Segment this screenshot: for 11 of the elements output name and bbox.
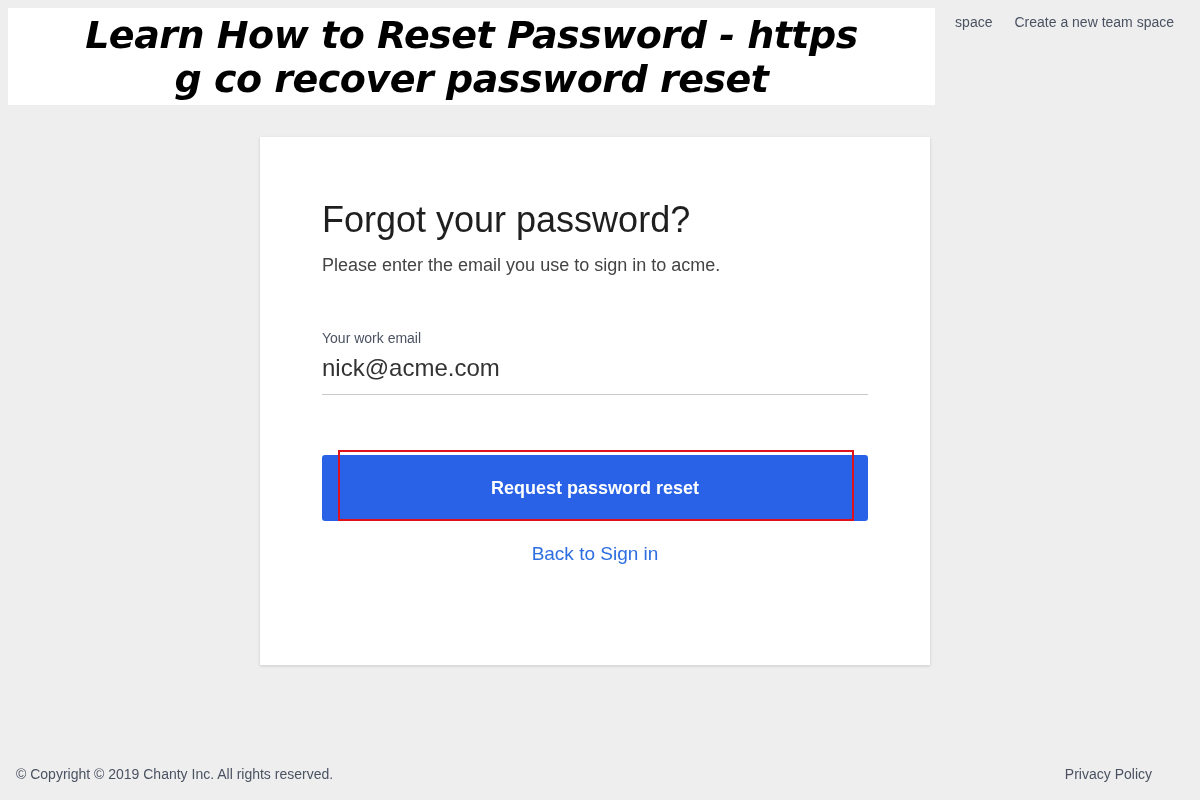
banner-text: Learn How to Reset Password - https	[85, 12, 858, 57]
banner-text: g co recover password reset	[174, 56, 769, 101]
card-subtitle: Please enter the email you use to sign in to acme.	[322, 255, 722, 276]
request-reset-button[interactable]: Request password reset	[322, 455, 868, 521]
card-title: Forgot your password?	[322, 199, 692, 241]
privacy-link[interactable]: Privacy Policy	[1064, 766, 1152, 782]
back-link[interactable]: Back to Sign in	[531, 543, 659, 565]
email-field[interactable]: Your work email nick@acme.com	[322, 330, 868, 395]
copyright-text: © Copyright © 2019 Chanty Inc. All rights reserved.	[16, 766, 334, 782]
top-link[interactable]: Create a new team space	[1014, 14, 1174, 30]
top-link[interactable]: space	[955, 14, 993, 30]
